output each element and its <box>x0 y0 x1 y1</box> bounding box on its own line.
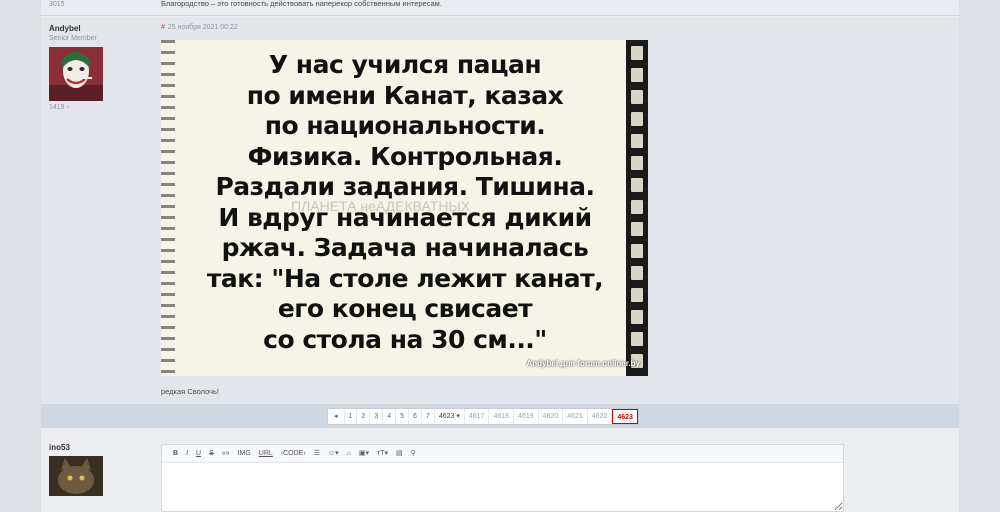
bold-button[interactable]: B <box>170 447 181 461</box>
post-signature: редкая Сволочь! <box>161 387 220 396</box>
forum-page: 3015 Благородство – это готовность дейст… <box>41 0 959 512</box>
page-link[interactable]: 3 <box>370 409 384 424</box>
meme-line: У нас учился пацан <box>268 50 542 79</box>
page-link[interactable]: 4621 <box>563 409 588 424</box>
strike-button[interactable]: S <box>206 447 217 461</box>
page-link[interactable]: 4619 <box>514 409 539 424</box>
post-date[interactable]: #25 ноября 2021 00:22 <box>161 24 238 31</box>
meme-line: так: "На столе лежит канат, <box>206 263 604 293</box>
page-jump-dropdown[interactable]: 4623 ▾ <box>435 409 465 424</box>
author-avatar[interactable] <box>49 47 103 101</box>
page-link[interactable]: 4618 <box>489 409 515 424</box>
post-image: У нас учился пацан по имени Канат, казах… <box>161 40 648 376</box>
page-link[interactable]: 2 <box>357 409 371 424</box>
previous-post-footer: 3015 Благородство – это готовность дейст… <box>41 0 959 16</box>
list-icon[interactable]: ☰ <box>311 447 323 461</box>
current-page: 4623 <box>612 409 638 424</box>
post-permalink-hash[interactable]: # <box>161 24 165 31</box>
reply-form: ino53 B I U S «» IMG URL ‹CODE› ☰ ☺▾ ⌂ ▣… <box>41 436 959 512</box>
previous-post-signature: Благородство – это готовность действоват… <box>161 0 442 8</box>
page-link[interactable]: 5 <box>396 409 410 424</box>
meme-line: по имени Канат, казах <box>246 80 564 110</box>
underline-button[interactable]: U <box>193 447 204 461</box>
italic-button[interactable]: I <box>183 447 191 461</box>
image-watermark: ПЛАНЕТА неАДЕКВАТНЫХ <box>291 198 471 214</box>
page-link[interactable]: 4 <box>383 409 397 424</box>
spoiler-icon[interactable]: ⌂ <box>344 447 354 461</box>
comment-icon: ▫ <box>66 104 70 111</box>
color-icon[interactable]: ▣▾ <box>356 447 372 461</box>
image-credit: Andybel для forum.onliner.by <box>526 359 640 368</box>
image-button[interactable]: IMG <box>235 447 254 461</box>
post-author-rank: Senior Member <box>49 35 97 42</box>
page-link[interactable]: 4620 <box>539 409 564 424</box>
film-edge-left <box>161 40 175 376</box>
previous-post-count: 3015 <box>49 1 65 8</box>
forum-post: Andybel Senior Member 1419 ▫ #25 ноября … <box>41 17 959 404</box>
page-link[interactable]: 7 <box>422 409 435 424</box>
meme-line: ржач. Задача начиналась <box>221 233 589 262</box>
post-author[interactable]: Andybel <box>49 24 81 33</box>
film-strip-right <box>626 40 648 376</box>
url-button[interactable]: URL <box>256 447 276 461</box>
meme-line: Физика. Контрольная. <box>247 141 563 171</box>
map-pin-icon[interactable]: ⚲ <box>408 447 419 461</box>
prev-page-button[interactable]: ◂ <box>328 409 345 424</box>
meme-line: по национальности. <box>264 111 546 140</box>
editor-toolbar: B I U S «» IMG URL ‹CODE› ☰ ☺▾ ⌂ ▣▾ тT▾ … <box>162 445 843 463</box>
smile-icon[interactable]: ☺▾ <box>325 447 342 461</box>
reply-author-avatar <box>49 456 103 496</box>
font-size-icon[interactable]: тT▾ <box>374 447 391 461</box>
pagination: ◂ 1 2 3 4 5 6 7 4623 ▾ 4617 4618 4619 46… <box>327 408 639 425</box>
reply-author: ino53 <box>49 443 70 452</box>
quote-button[interactable]: «» <box>219 447 233 461</box>
page-link[interactable]: 4622 <box>588 409 613 424</box>
code-button[interactable]: ‹CODE› <box>278 447 309 461</box>
meme-line: со стола на 30 см..." <box>263 324 547 354</box>
meme-line: его конец свисает <box>277 294 533 323</box>
post-count: 1419 ▫ <box>49 104 70 111</box>
page-link[interactable]: 4617 <box>465 409 490 424</box>
pagination-bar: ◂ 1 2 3 4 5 6 7 4623 ▾ 4617 4618 4619 46… <box>41 404 959 428</box>
page-link[interactable]: 6 <box>409 409 422 424</box>
media-icon[interactable]: ▤ <box>393 447 406 461</box>
reply-editor: B I U S «» IMG URL ‹CODE› ☰ ☺▾ ⌂ ▣▾ тT▾ … <box>161 444 844 512</box>
page-link[interactable]: 1 <box>345 409 358 424</box>
reply-textarea[interactable] <box>162 463 843 511</box>
